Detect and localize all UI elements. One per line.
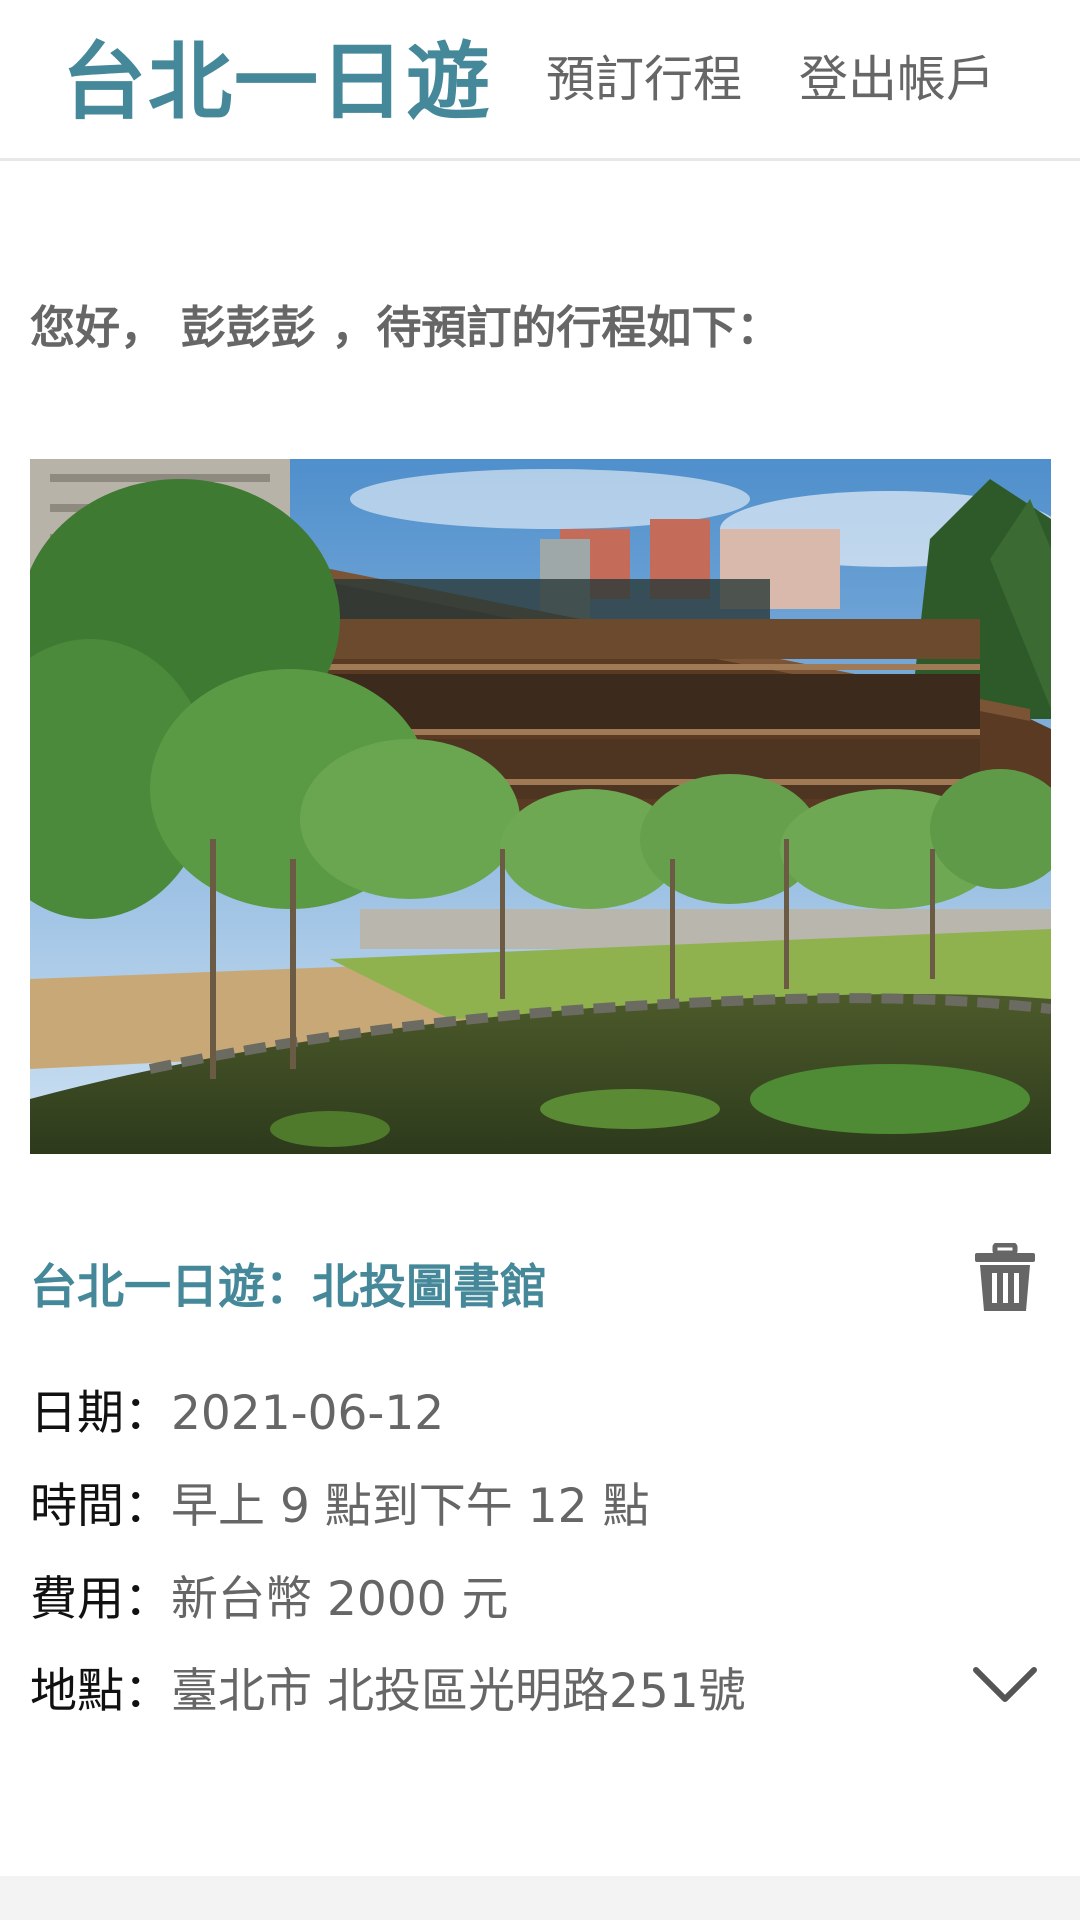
date-value: 2021-06-12 xyxy=(171,1386,445,1441)
top-navbar: 台北一日遊 預訂行程 登出帳戶 xyxy=(0,0,1080,161)
nav-link-booking[interactable]: 預訂行程 xyxy=(546,48,742,112)
booking-place-row: 地點：臺北市 北投區光明路251號 xyxy=(30,1660,746,1724)
brand-title[interactable]: 台北一日遊 xyxy=(62,28,492,136)
chevron-down-icon[interactable] xyxy=(970,1662,1040,1708)
time-value: 早上 9 點到下午 12 點 xyxy=(171,1479,650,1534)
place-value: 臺北市 北投區光明路251號 xyxy=(171,1664,746,1719)
trash-icon[interactable] xyxy=(973,1242,1037,1313)
booking-date-row: 日期：2021-06-12 xyxy=(30,1382,444,1446)
place-label: 地點： xyxy=(30,1664,171,1719)
attraction-photo xyxy=(30,459,1051,1154)
footer-bar xyxy=(0,1876,1080,1920)
nav-link-logout[interactable]: 登出帳戶 xyxy=(799,48,995,112)
cost-value: 新台幣 2000 元 xyxy=(171,1572,509,1627)
time-label: 時間： xyxy=(30,1479,171,1534)
trip-title: 台北一日遊：北投圖書館 xyxy=(30,1260,547,1315)
greeting-text: 您好， 彭彭彭 ，待預訂的行程如下： xyxy=(30,301,782,354)
booking-time-row: 時間：早上 9 點到下午 12 點 xyxy=(30,1475,649,1539)
library-photo-illustration xyxy=(30,459,1051,1154)
cost-label: 費用： xyxy=(30,1572,171,1627)
booking-cost-row: 費用：新台幣 2000 元 xyxy=(30,1568,509,1632)
date-label: 日期： xyxy=(30,1386,171,1441)
